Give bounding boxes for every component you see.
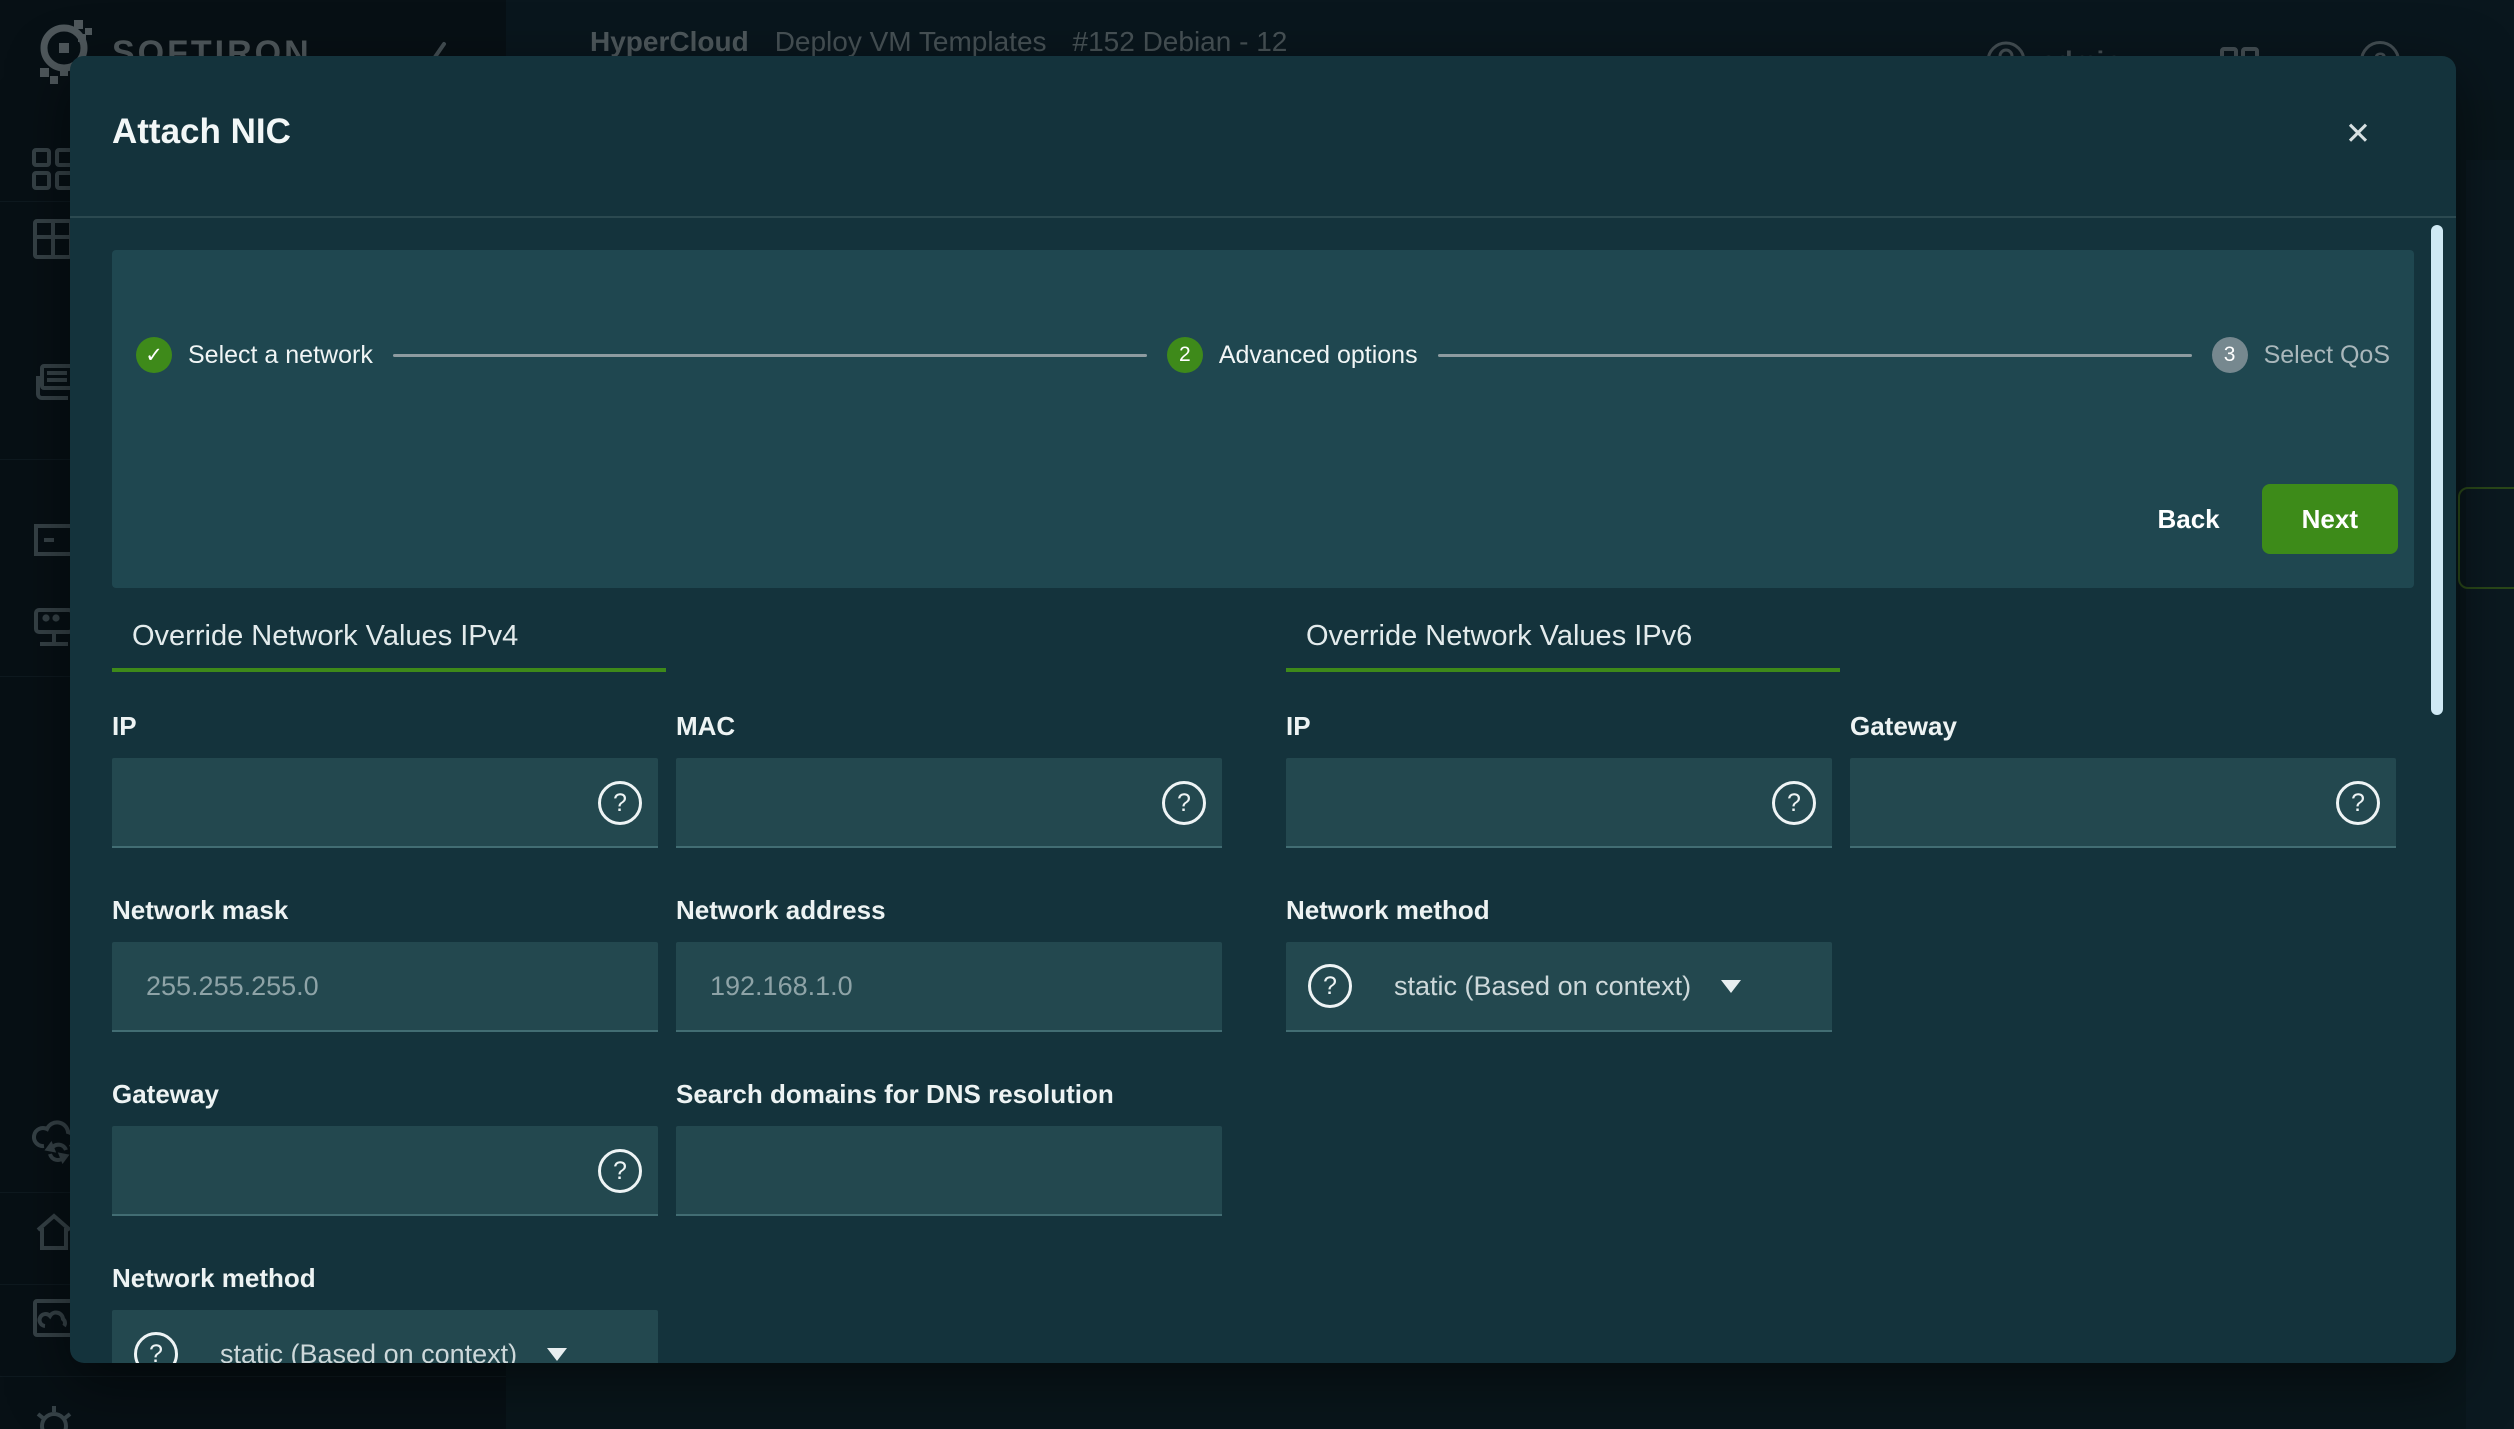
field-ipv6-gateway: Gateway ? — [1850, 710, 2396, 848]
field-ipv4-mac: MAC ? — [676, 710, 1222, 848]
help-icon[interactable]: ? — [134, 1332, 178, 1363]
help-icon[interactable]: ? — [598, 781, 642, 825]
caret-down-icon — [1721, 980, 1741, 993]
field-label: Search domains for DNS resolution — [676, 1078, 1196, 1110]
dialog-title: Attach NIC — [112, 112, 291, 152]
stepper-actions: Back Next — [2131, 484, 2398, 554]
help-icon[interactable]: ? — [2336, 781, 2380, 825]
field-ipv6-network-method: Network method ? static (Based on contex… — [1286, 894, 1832, 1032]
field-ipv4-ip: IP ? — [112, 710, 658, 848]
field-ipv4-search-domains: Search domains for DNS resolution — [676, 1078, 1222, 1216]
modal-scrollbar-thumb[interactable] — [2431, 225, 2443, 715]
help-icon[interactable]: ? — [1162, 781, 1206, 825]
field-label: IP — [1286, 710, 1806, 742]
field-label: Network address — [676, 894, 1196, 926]
ipv4-mac-input[interactable] — [676, 758, 1222, 846]
dialog-body: ✓ Select a network 2 Advanced options 3 … — [70, 218, 2456, 1363]
select-value: static (Based on context) — [220, 1339, 517, 1364]
next-button[interactable]: Next — [2262, 484, 2398, 554]
field-ipv4-network-method: Network method ? static (Based on contex… — [112, 1262, 658, 1363]
field-label: Network method — [1286, 894, 1806, 926]
close-icon[interactable]: ✕ — [2338, 114, 2378, 154]
help-icon[interactable]: ? — [598, 1149, 642, 1193]
ipv4-search-domains-input[interactable] — [676, 1126, 1222, 1214]
select-value: static (Based on context) — [1394, 971, 1691, 1002]
field-ipv6-ip: IP ? — [1286, 710, 1832, 848]
ipv4-network-mask-input[interactable] — [112, 942, 658, 1030]
step-check-icon: ✓ — [136, 337, 172, 373]
step-number: 3 — [2212, 337, 2248, 373]
field-label: MAC — [676, 710, 1196, 742]
ipv4-network-address-input[interactable] — [676, 942, 1222, 1030]
field-label: Network mask — [112, 894, 632, 926]
attach-nic-dialog: Attach NIC ✕ ✓ Select a network 2 Advanc… — [70, 56, 2456, 1363]
stepper: ✓ Select a network 2 Advanced options 3 … — [136, 322, 2390, 388]
step-advanced-options[interactable]: 2 Advanced options — [1167, 337, 1418, 373]
field-ipv4-gateway: Gateway ? — [112, 1078, 658, 1216]
step-select-network[interactable]: ✓ Select a network — [136, 337, 373, 373]
step-label: Advanced options — [1219, 341, 1418, 370]
step-label: Select QoS — [2264, 341, 2390, 370]
field-ipv4-network-mask: Network mask — [112, 894, 658, 1032]
ipv4-network-method-select[interactable]: ? static (Based on context) — [112, 1310, 658, 1363]
field-label: Network method — [112, 1262, 632, 1294]
ipv4-gateway-input[interactable] — [112, 1126, 658, 1214]
screen: SOFTIRON — [0, 0, 2514, 1429]
section-underline — [112, 668, 666, 672]
step-select-qos[interactable]: 3 Select QoS — [2212, 337, 2390, 373]
section-title-ipv4: Override Network Values IPv4 — [112, 602, 1222, 656]
back-button[interactable]: Back — [2131, 490, 2245, 549]
step-label: Select a network — [188, 341, 373, 370]
caret-down-icon — [547, 1348, 567, 1361]
help-icon[interactable]: ? — [1308, 964, 1352, 1008]
ipv6-ip-input[interactable] — [1286, 758, 1832, 846]
ipv4-ip-input[interactable] — [112, 758, 658, 846]
section-title-ipv6: Override Network Values IPv6 — [1286, 602, 2396, 656]
field-label: Gateway — [1850, 710, 2370, 742]
stepper-panel: ✓ Select a network 2 Advanced options 3 … — [112, 250, 2414, 588]
section-ipv4: Override Network Values IPv4 IP ? MAC — [112, 602, 1222, 1363]
field-ipv4-network-address: Network address — [676, 894, 1222, 1032]
field-label: IP — [112, 710, 632, 742]
stepper-connector — [393, 354, 1147, 357]
stepper-connector — [1438, 354, 2192, 357]
field-label: Gateway — [112, 1078, 632, 1110]
ipv6-gateway-input[interactable] — [1850, 758, 2396, 846]
ipv6-network-method-select[interactable]: ? static (Based on context) — [1286, 942, 1832, 1032]
step-number: 2 — [1167, 337, 1203, 373]
section-ipv6: Override Network Values IPv6 IP ? Gatewa… — [1286, 602, 2396, 1363]
help-icon[interactable]: ? — [1772, 781, 1816, 825]
section-underline — [1286, 668, 1840, 672]
